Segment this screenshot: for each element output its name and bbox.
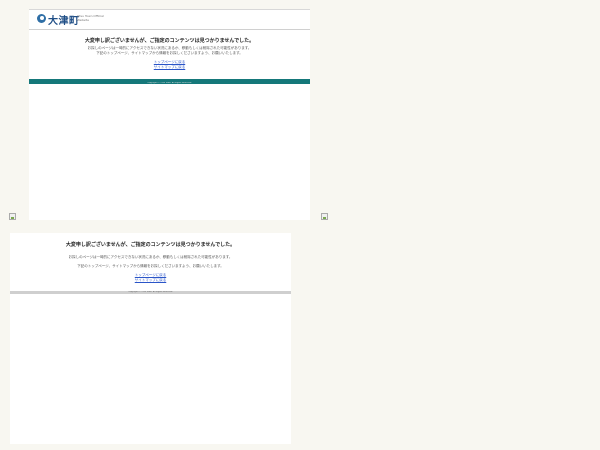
error-body-line: 下記のトップページ、サイトマップから情報をお探しくださいますよう、お願いいたしま… bbox=[96, 51, 243, 55]
copyright-text: Copyright (C) Ozu Town. All Rights Reser… bbox=[10, 291, 291, 294]
site-logo-subtitle: Otsu Town Official Website bbox=[77, 14, 104, 22]
header-top-rule bbox=[29, 9, 310, 10]
error-page-frame-bottom: 大変申し訳ございませんが、ご指定のコンテンツは見つかりませんでした。 お探しのペ… bbox=[10, 233, 291, 444]
broken-image-icon bbox=[321, 213, 328, 220]
header-divider bbox=[29, 29, 310, 30]
error-body-line: 下記のトップページ、サイトマップから情報をお探しくださいますよう、お願いいたしま… bbox=[77, 264, 224, 268]
sitemap-link[interactable]: サイトマップに戻る bbox=[10, 278, 291, 283]
error-page-frame-top: 大津町 Otsu Town Official Website 大変申し訳ございま… bbox=[29, 9, 310, 220]
error-title: 大変申し訳ございませんが、ご指定のコンテンツは見つかりませんでした。 bbox=[84, 38, 255, 44]
broken-image-icon bbox=[9, 213, 16, 220]
site-header: 大津町 Otsu Town Official Website bbox=[29, 9, 310, 29]
error-title: 大変申し訳ございませんが、ご指定のコンテンツは見つかりませんでした。 bbox=[65, 242, 236, 248]
error-body-line: お探しのページは一時的にアクセスできない状況にあるか、移動もしくは削除された可能… bbox=[68, 255, 233, 259]
site-logo-text[interactable]: 大津町 bbox=[48, 12, 80, 27]
town-logo-icon[interactable] bbox=[37, 14, 46, 23]
sitemap-link[interactable]: サイトマップに戻る bbox=[29, 65, 310, 70]
copyright-text: Copyright (C) Ozu Town. All Rights Reser… bbox=[29, 82, 310, 84]
